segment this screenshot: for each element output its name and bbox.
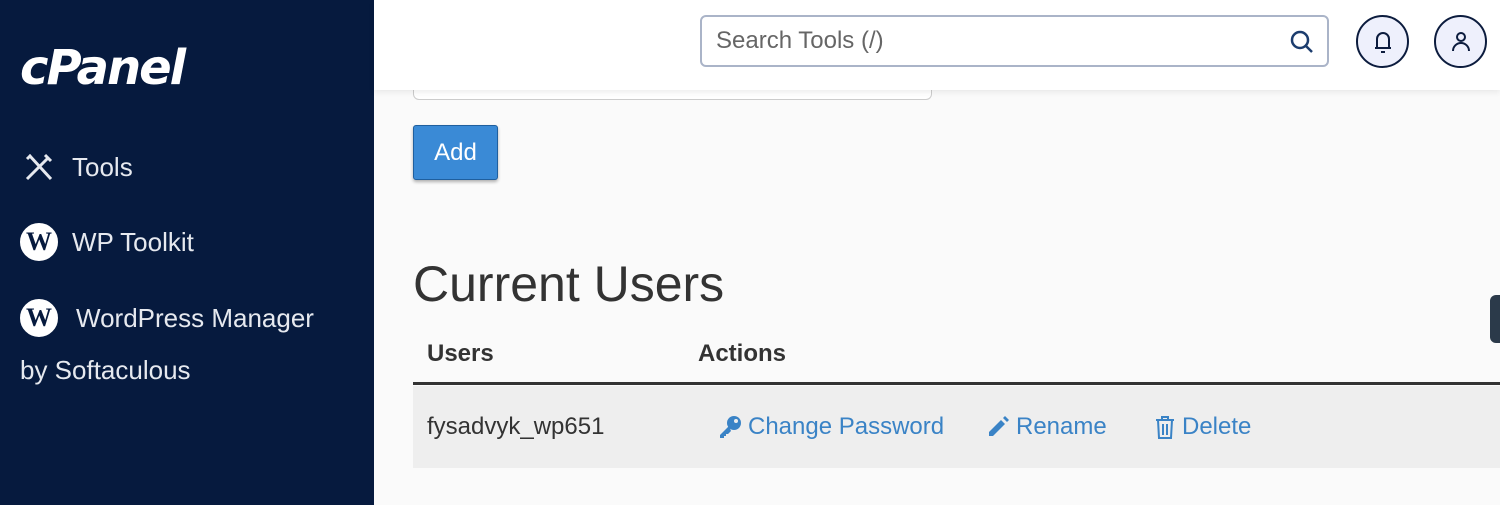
notifications-button[interactable] <box>1356 15 1409 68</box>
trash-icon <box>1156 416 1174 439</box>
page-title: Current Users <box>413 256 725 312</box>
side-tab-handle[interactable] <box>1490 295 1500 343</box>
top-bar: Search Tools (/) <box>374 0 1500 90</box>
sidebar: cPanel Tools W WP Toolkit W WordPress Ma… <box>0 0 374 505</box>
sidebar-item-label: Tools <box>72 151 133 182</box>
tools-icon <box>20 148 58 186</box>
sidebar-item-tools[interactable]: Tools <box>20 148 133 186</box>
bell-icon <box>1374 31 1391 53</box>
sidebar-item-label: WP Toolkit <box>72 226 194 257</box>
add-button[interactable]: Add <box>413 125 498 180</box>
sidebar-item-label: WordPress Manager <box>76 302 314 333</box>
search-input[interactable]: Search Tools (/) <box>700 15 1329 67</box>
column-header-actions: Actions <box>698 340 787 367</box>
sidebar-item-sublabel[interactable]: by Softaculous <box>20 355 191 386</box>
sidebar-item-wp-toolkit[interactable]: W WP Toolkit <box>20 223 194 261</box>
delete-link[interactable]: Delete <box>1154 413 1251 441</box>
divider <box>413 382 1500 385</box>
cpanel-logo[interactable]: cPanel <box>20 40 186 96</box>
key-icon <box>720 416 741 438</box>
user-icon <box>1451 31 1470 51</box>
wordpress-icon: W <box>20 299 58 337</box>
pencil-icon <box>989 416 1009 436</box>
change-password-link[interactable]: Change Password <box>718 413 944 441</box>
search-icon[interactable] <box>1289 29 1315 55</box>
user-name: fysadvyk_wp651 <box>427 413 605 440</box>
table-row: fysadvyk_wp651 Change Password Rename De… <box>413 386 1500 468</box>
sidebar-item-wordpress-manager[interactable]: W WordPress Manager <box>20 299 314 337</box>
wordpress-icon: W <box>20 223 58 261</box>
user-menu-button[interactable] <box>1434 15 1487 68</box>
rename-link[interactable]: Rename <box>986 413 1107 441</box>
column-header-users: Users <box>427 340 494 367</box>
